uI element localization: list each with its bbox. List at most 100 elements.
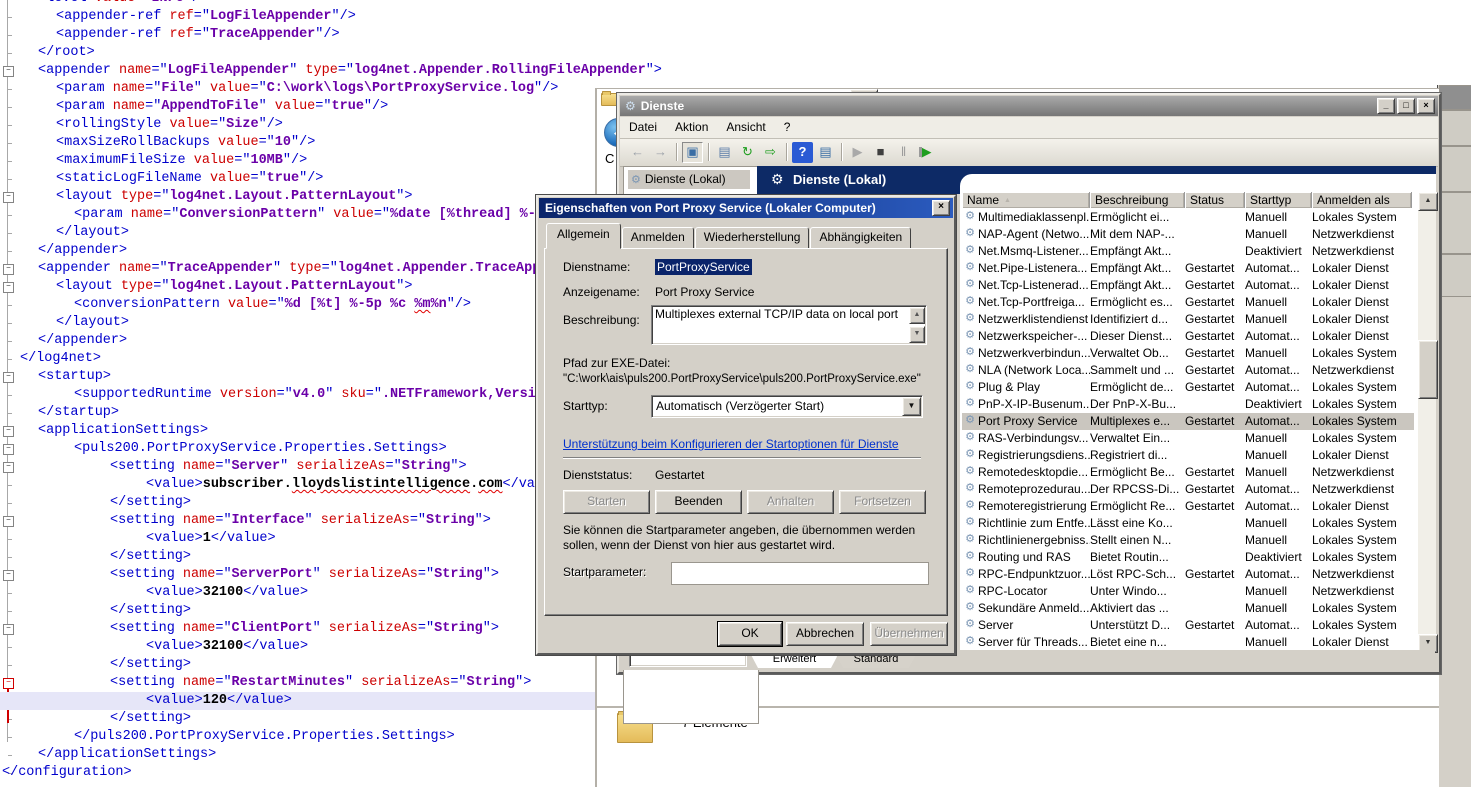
service-row[interactable]: ⚙Registrierungsdiens...Registriert di...… xyxy=(962,447,1414,464)
window-controls: _□× xyxy=(1375,98,1435,116)
cancel-button[interactable]: Abbrechen xyxy=(786,622,864,646)
service-row[interactable]: ⚙Netzwerkspeicher-...Dieser Dienst...Ges… xyxy=(962,328,1414,345)
service-cell xyxy=(1185,243,1245,260)
tab-abhängigkeiten[interactable]: Abhängigkeiten xyxy=(810,227,911,249)
maximize-button[interactable]: □ xyxy=(1397,98,1415,114)
toolbar-separator xyxy=(708,143,709,161)
service-gear-icon: ⚙ xyxy=(962,498,978,515)
show-console-tree-icon[interactable]: ▣ xyxy=(682,142,703,163)
column-header-name[interactable]: Name▲ xyxy=(962,192,1090,208)
service-gear-icon: ⚙ xyxy=(962,481,978,498)
tab-anmelden[interactable]: Anmelden xyxy=(622,227,694,249)
help-icon[interactable]: ? xyxy=(792,142,813,163)
service-row[interactable]: ⚙Multimediaklassenpl...Ermöglicht ei...M… xyxy=(962,209,1414,226)
service-cell: Verwaltet Ob... xyxy=(1090,345,1185,362)
service-gear-icon: ⚙ xyxy=(962,294,978,311)
anhalten-button[interactable]: Anhalten xyxy=(747,490,834,514)
code-line[interactable]: <appender-ref ref="LogFileAppender"/> xyxy=(0,8,1471,26)
startoptions-help-link[interactable]: Unterstützung beim Konfigurieren der Sta… xyxy=(563,437,899,451)
divider xyxy=(563,457,921,459)
code-line[interactable]: <appender-ref ref="TraceAppender"/> xyxy=(0,26,1471,44)
service-cell: Remoteregistrierung xyxy=(978,498,1090,515)
menu-item-aktion[interactable]: Aktion xyxy=(666,117,717,134)
service-row[interactable]: ⚙Port Proxy ServiceMultiplexes e...Gesta… xyxy=(962,413,1414,430)
tab-wiederherstellung[interactable]: Wiederherstellung xyxy=(695,227,810,249)
service-row[interactable]: ⚙Net.Msmq-Listener...Empfängt Akt...Deak… xyxy=(962,243,1414,260)
service-row[interactable]: ⚙RPC-LocatorUnter Windo...ManuellNetzwer… xyxy=(962,583,1414,600)
service-row[interactable]: ⚙Plug & PlayErmöglicht de...GestartetAut… xyxy=(962,379,1414,396)
ok-button[interactable]: OK xyxy=(718,622,782,646)
service-row[interactable]: ⚙Richtlinie zum Entfe...Lässt eine Ko...… xyxy=(962,515,1414,532)
service-row[interactable]: ⚙Net.Tcp-Portfreiga...Ermöglicht es...Ge… xyxy=(962,294,1414,311)
service-row[interactable]: ⚙Net.Tcp-Listenerad...Empfängt Akt...Ges… xyxy=(962,277,1414,294)
dienstname-value[interactable]: PortProxyService xyxy=(655,259,752,275)
service-cell: Lokales System xyxy=(1312,515,1412,532)
code-line[interactable]: <level value="INFO"/> xyxy=(0,0,1471,8)
tree-item-dienste-lokal[interactable]: ⚙Dienste (Lokal) xyxy=(628,170,750,189)
service-row[interactable]: ⚙Remoteprozedurau...Der RPCSS-Di...Gesta… xyxy=(962,481,1414,498)
service-cell: Manuell xyxy=(1245,634,1312,651)
column-header-beschreibung[interactable]: Beschreibung xyxy=(1090,192,1185,208)
refresh-icon[interactable]: ↻ xyxy=(737,142,758,163)
starttyp-combobox[interactable]: Automatisch (Verzögerter Start) ▼ xyxy=(651,395,923,418)
startparameter-input[interactable] xyxy=(671,562,929,585)
vertical-scrollbar[interactable]: ▲ ▼ xyxy=(1418,192,1436,653)
service-row[interactable]: ⚙ServerUnterstützt D...GestartetAutomat.… xyxy=(962,617,1414,634)
service-row[interactable]: ⚙Net.Pipe-Listenera...Empfängt Akt...Ges… xyxy=(962,260,1414,277)
extended-view-icon[interactable]: ▤ xyxy=(815,142,836,163)
back-icon[interactable]: ← xyxy=(627,142,648,163)
minimize-button[interactable]: _ xyxy=(1377,98,1395,114)
service-row[interactable]: ⚙NLA (Network Loca...Sammelt und ...Gest… xyxy=(962,362,1414,379)
service-row[interactable]: ⚙Netzwerkverbindun...Verwaltet Ob...Gest… xyxy=(962,345,1414,362)
service-cell: Lokales System xyxy=(1312,532,1412,549)
menu-item-datei[interactable]: Datei xyxy=(620,117,666,134)
service-row[interactable]: ⚙RAS-Verbindungsv...Verwaltet Ein...Manu… xyxy=(962,430,1414,447)
start-service-icon[interactable]: ▶ xyxy=(847,142,868,163)
service-cell xyxy=(1185,600,1245,617)
beschreibung-box[interactable]: Multiplexes external TCP/IP data on loca… xyxy=(651,305,927,345)
tab-allgemein[interactable]: Allgemein xyxy=(546,223,621,249)
restart-service-icon[interactable]: ▶ xyxy=(916,142,937,163)
stop-service-icon[interactable]: ■ xyxy=(870,142,891,163)
column-header-status[interactable]: Status xyxy=(1185,192,1245,208)
service-cell: NAP-Agent (Netwo... xyxy=(978,226,1090,243)
code-line[interactable]: </root> xyxy=(0,44,1471,62)
service-cell: Plug & Play xyxy=(978,379,1090,396)
service-cell: Gestartet xyxy=(1185,328,1245,345)
service-row[interactable]: ⚙RPC-Endpunktzuor...Löst RPC-Sch...Gesta… xyxy=(962,566,1414,583)
service-row[interactable]: ⚙NetzwerklistendienstIdentifiziert d...G… xyxy=(962,311,1414,328)
service-cell: Gestartet xyxy=(1185,498,1245,515)
service-row[interactable]: ⚙RemoteregistrierungErmöglicht Re...Gest… xyxy=(962,498,1414,515)
code-line[interactable]: <appender name="LogFileAppender" type="l… xyxy=(0,62,1471,80)
column-header-starttyp[interactable]: Starttyp xyxy=(1245,192,1312,208)
scroll-up-button[interactable]: ▲ xyxy=(909,307,925,324)
service-row[interactable]: ⚙Sekundäre Anmeld...Aktiviert das ...Man… xyxy=(962,600,1414,617)
service-row[interactable]: ⚙Routing und RASBietet Routin...Deaktivi… xyxy=(962,549,1414,566)
scroll-down-button[interactable]: ▼ xyxy=(909,326,925,343)
properties-icon[interactable]: ▤ xyxy=(714,142,735,163)
scrollbar-thumb[interactable] xyxy=(1418,340,1438,399)
service-row[interactable]: ⚙Server für Threads...Bietet eine n...Ma… xyxy=(962,634,1414,651)
service-row[interactable]: ⚙NAP-Agent (Netwo...Mit dem NAP-...Manue… xyxy=(962,226,1414,243)
fortsetzen-button[interactable]: Fortsetzen xyxy=(839,490,926,514)
close-button[interactable]: × xyxy=(932,200,950,216)
service-row[interactable]: ⚙Richtlinienergebniss...Stellt einen N..… xyxy=(962,532,1414,549)
service-row[interactable]: ⚙Remotedesktopdie...Ermöglicht Be...Gest… xyxy=(962,464,1414,481)
services-window-titlebar[interactable]: ⚙Dienste xyxy=(620,96,1438,116)
service-cell: Ermöglicht ei... xyxy=(1090,209,1185,226)
menu-item-ansicht[interactable]: Ansicht xyxy=(717,117,774,134)
column-header-anmeldenals[interactable]: Anmelden als xyxy=(1312,192,1412,208)
close-button[interactable]: × xyxy=(1417,98,1435,114)
service-row[interactable]: ⚙PnP-X-IP-Busenum...Der PnP-X-Bu...Deakt… xyxy=(962,396,1414,413)
beenden-button[interactable]: Beenden xyxy=(655,490,742,514)
starten-button[interactable]: Starten xyxy=(563,490,650,514)
export-list-icon[interactable]: ⇨ xyxy=(760,142,781,163)
pause-service-icon[interactable]: ‖ xyxy=(893,142,914,163)
menu-item-[interactable]: ? xyxy=(775,117,800,134)
combo-dropdown-button[interactable]: ▼ xyxy=(902,397,921,416)
apply-button[interactable]: Übernehmen xyxy=(870,622,948,646)
scroll-up-button[interactable]: ▲ xyxy=(1418,192,1438,211)
forward-icon[interactable]: → xyxy=(650,142,671,163)
dialog-titlebar[interactable]: Eigenschaften von Port Proxy Service (Lo… xyxy=(539,198,953,218)
services-icon: ⚙ xyxy=(631,174,641,186)
